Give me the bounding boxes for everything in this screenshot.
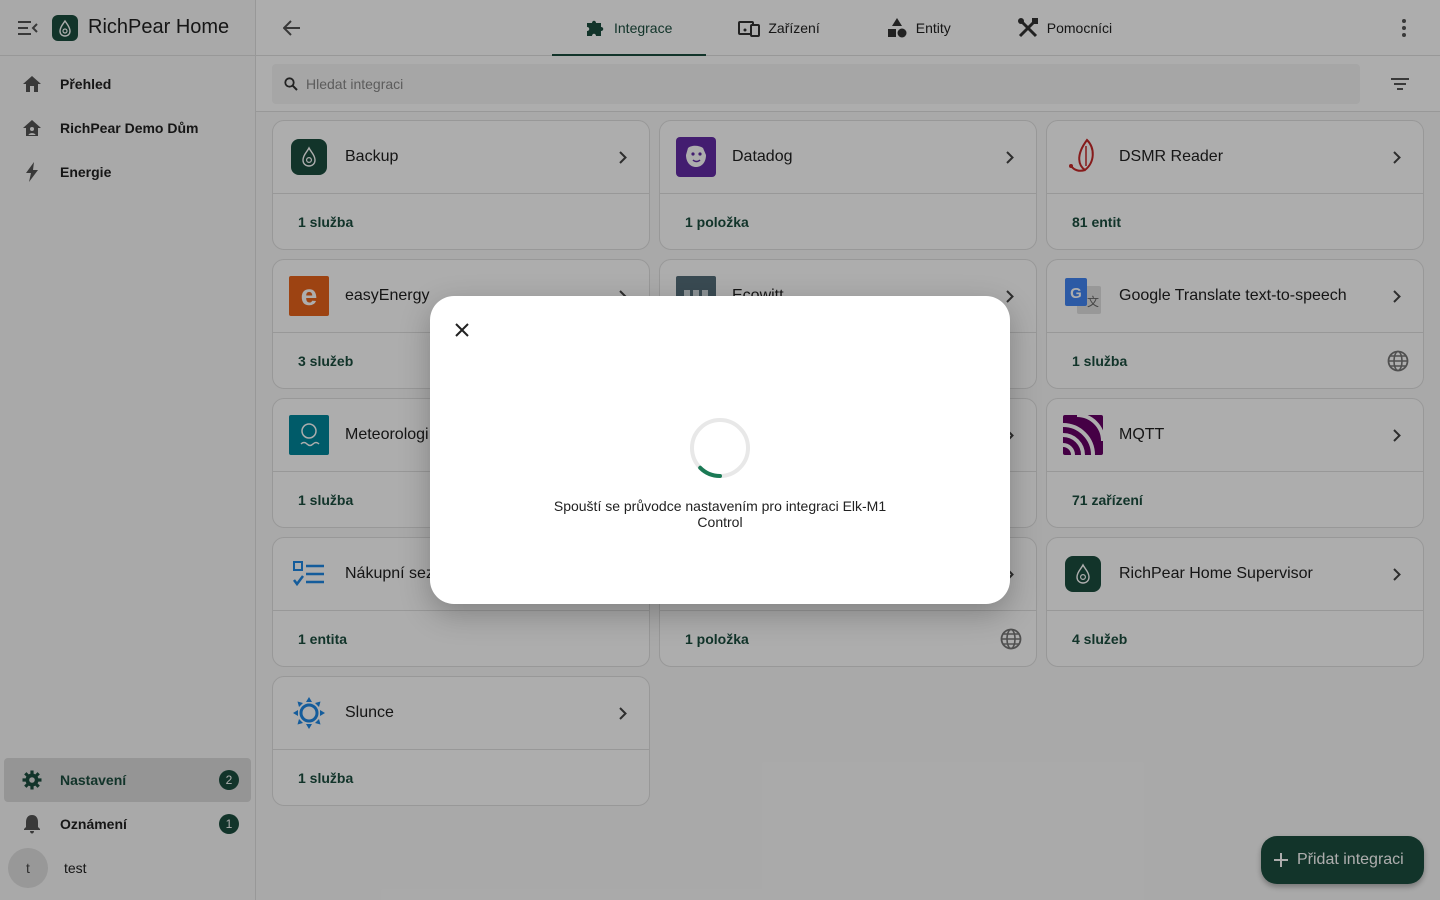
dialog-message: Spouští se průvodce nastavením pro integ… bbox=[553, 498, 887, 530]
config-flow-dialog: Spouští se průvodce nastavením pro integ… bbox=[430, 296, 1010, 604]
loading-spinner bbox=[690, 418, 750, 478]
close-icon[interactable] bbox=[450, 318, 474, 342]
